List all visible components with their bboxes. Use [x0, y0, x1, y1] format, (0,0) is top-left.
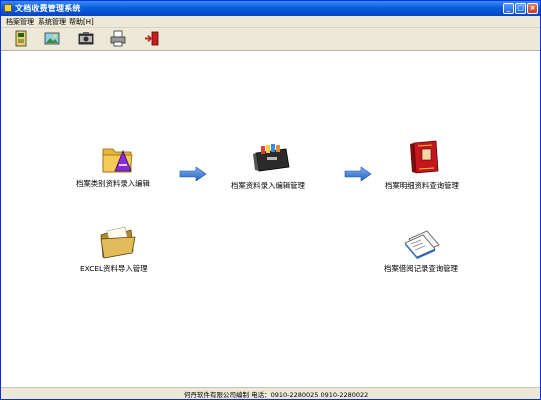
- status-text: 何丹软件有限公司编制 电话：0910-2280025 0910-2280022: [184, 391, 369, 399]
- red-book-icon: [410, 140, 439, 174]
- notebook-icon[interactable]: [12, 30, 30, 47]
- feature-label: EXCEL资料导入管理: [80, 264, 148, 273]
- documents-icon: [404, 230, 440, 259]
- feature-label: 档案借阅记录查询管理: [384, 264, 458, 273]
- feature-label: 档案明细资料查询管理: [385, 181, 459, 190]
- window-title: 文档收费管理系统: [15, 4, 81, 13]
- app-window: 文档收费管理系统 _ □ × 档案管理 系统管理 帮助[H] 档案类别资料录入编…: [0, 0, 541, 400]
- feature-category-entry[interactable]: 档案类别资料录入编辑: [71, 143, 171, 193]
- feature-detail-query[interactable]: 档案明细资料查询管理: [381, 139, 481, 193]
- feature-label: 档案类别资料录入编辑: [76, 179, 150, 188]
- menu-help[interactable]: 帮助[H]: [69, 17, 94, 27]
- arrow-right-icon: [344, 167, 372, 181]
- close-button[interactable]: ×: [527, 3, 538, 14]
- feature-archive-entry[interactable]: 档案资料录入编辑管理: [223, 143, 333, 193]
- title-bar[interactable]: 文档收费管理系统 _ □ ×: [1, 1, 540, 16]
- open-folder-icon: [100, 226, 136, 259]
- menu-bar: 档案管理 系统管理 帮助[H]: [1, 16, 540, 28]
- toolbar: [1, 28, 540, 51]
- file-cabinet-icon: [253, 144, 290, 172]
- feature-label: 档案资料录入编辑管理: [231, 181, 305, 190]
- exit-icon[interactable]: [143, 30, 161, 47]
- camera-icon[interactable]: [77, 30, 95, 47]
- printer-icon[interactable]: [109, 30, 127, 47]
- arrow-right-icon: [179, 167, 207, 181]
- menu-system[interactable]: 系统管理: [38, 17, 66, 27]
- image-icon[interactable]: [43, 30, 61, 47]
- maximize-button[interactable]: □: [515, 3, 526, 14]
- feature-borrow-query[interactable]: 档案借阅记录查询管理: [381, 225, 481, 275]
- folder-tools-icon: [102, 148, 133, 173]
- minimize-button[interactable]: _: [503, 3, 514, 14]
- menu-archive[interactable]: 档案管理: [6, 17, 34, 27]
- main-panel: 档案类别资料录入编辑 档案资料录入编辑管理 档案明细资料查询管理 EXCEL资料…: [1, 51, 540, 387]
- feature-excel-import[interactable]: EXCEL资料导入管理: [75, 225, 175, 275]
- status-bar: 何丹软件有限公司编制 电话：0910-2280025 0910-2280022: [1, 387, 540, 399]
- app-icon: [4, 4, 12, 12]
